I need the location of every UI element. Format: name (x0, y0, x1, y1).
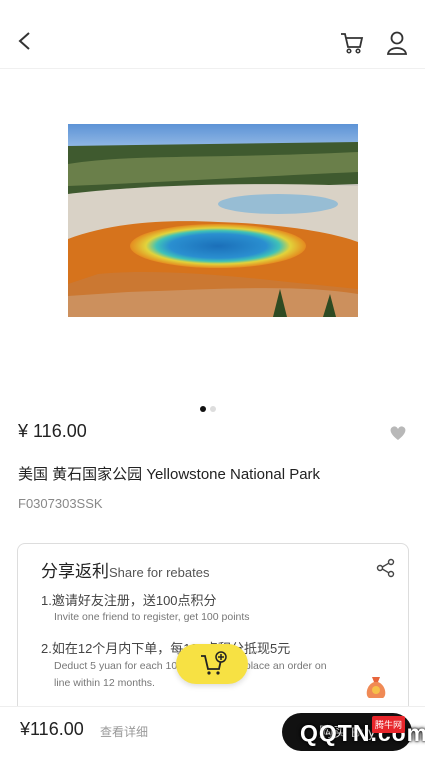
view-details-link[interactable]: 查看详细 (100, 723, 148, 740)
rebate-rule-1-en: Invite one friend to register, get 100 p… (54, 611, 250, 623)
share-icon[interactable] (376, 558, 396, 578)
watermark-badge: 腾牛网 (372, 716, 406, 733)
product-image[interactable] (68, 124, 358, 317)
carousel-dot-active[interactable] (200, 406, 206, 412)
product-sku: F0307303SSK (18, 496, 103, 511)
cart-plus-icon (201, 651, 227, 675)
carousel-indicator (200, 399, 220, 417)
add-to-cart-button[interactable] (176, 644, 248, 684)
money-bag-icon[interactable] (363, 672, 389, 700)
watermark-text: QQTN.com (300, 720, 425, 746)
carousel-dot[interactable] (210, 406, 216, 412)
rebate-rule-1: 1.邀请好友注册，送100点积分 (41, 593, 217, 608)
user-icon[interactable] (385, 30, 409, 56)
rebate-rule-2: 2.如在12个月内下单，每100点积分抵现5元 (41, 641, 291, 656)
back-arrow-icon[interactable] (14, 30, 36, 52)
rebate-title-cn: 分享返利 (41, 562, 109, 581)
heart-icon[interactable] (388, 423, 408, 443)
top-bar (0, 0, 425, 69)
cart-icon[interactable] (339, 30, 365, 56)
product-price: ¥ 116.00 (18, 421, 87, 441)
product-title: 美国 黄石国家公园 Yellowstone National Park (18, 466, 321, 483)
rebate-title: 分享返利Share for rebates (41, 557, 209, 582)
rebate-title-en: Share for rebates (109, 565, 210, 580)
bottom-price: ¥116.00 (20, 719, 84, 739)
rebate-card: 分享返利Share for rebates 1.邀请好友注册，送100点积分 I… (17, 543, 409, 715)
